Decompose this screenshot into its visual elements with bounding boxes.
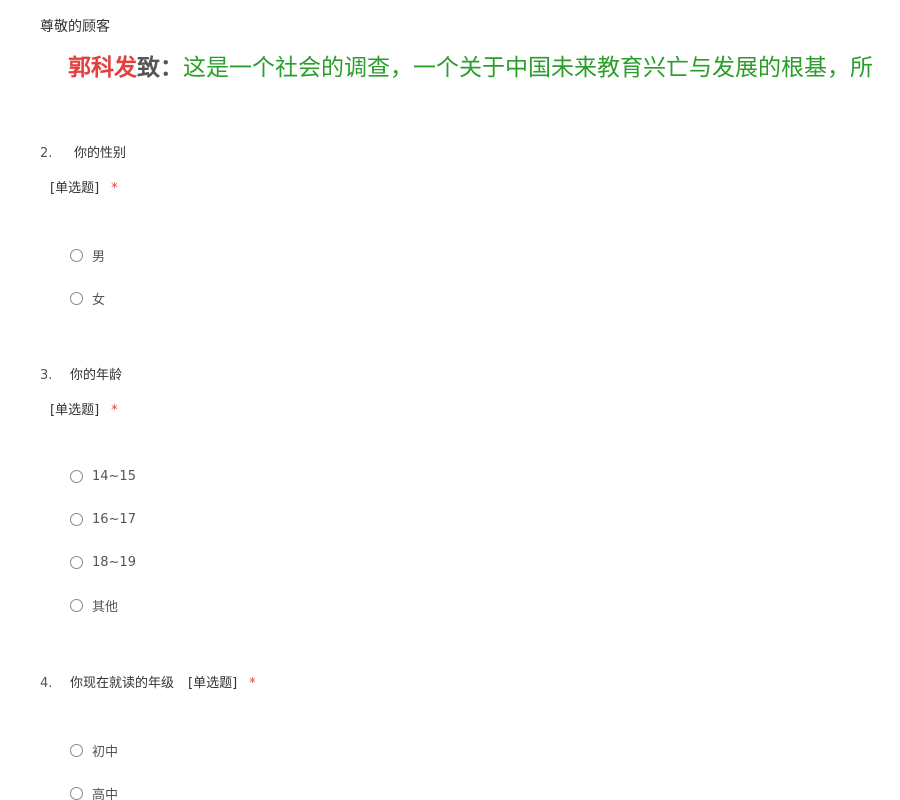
greeting-text: 尊敬的顾客 <box>40 19 110 35</box>
question-4-option-senior-high[interactable]: 高中 <box>70 784 118 800</box>
question-2-type: [单选题] <box>50 181 100 196</box>
radio-circle-icon[interactable] <box>70 555 83 569</box>
radio-circle-icon[interactable] <box>70 598 83 612</box>
question-3-type: [单选题] <box>50 403 100 418</box>
question-3-type-row: [单选题] * <box>50 399 118 418</box>
question-2-header: 2. 你的性别 <box>40 142 126 161</box>
option-label: 高中 <box>92 787 119 800</box>
question-4-type: [单选题] <box>188 676 238 691</box>
question-4-header: 4. 你现在就读的年级 [单选题] * <box>40 672 256 691</box>
question-2-number: 2. <box>40 146 53 161</box>
question-3-option-16-17[interactable]: 16~17 <box>70 510 136 528</box>
option-label: 其他 <box>92 599 119 615</box>
question-3-required-mark: * <box>111 403 118 418</box>
radio-circle-icon[interactable] <box>70 469 83 483</box>
question-2-option-male[interactable]: 男 <box>70 246 106 265</box>
radio-circle-icon[interactable] <box>70 512 83 526</box>
radio-circle-icon[interactable] <box>70 248 83 262</box>
option-label: 女 <box>92 292 106 308</box>
radio-circle-icon[interactable] <box>70 743 83 757</box>
question-2-title: 你的性别 <box>74 146 127 161</box>
question-3-number: 3. <box>40 368 53 383</box>
question-2-type-row: [单选题] * <box>50 177 118 196</box>
question-4-required-mark: * <box>249 676 256 691</box>
option-label: 初中 <box>92 744 119 760</box>
banner-colon: ： <box>160 55 183 81</box>
radio-circle-icon[interactable] <box>70 786 83 800</box>
question-3-option-14-15[interactable]: 14~15 <box>70 467 136 485</box>
question-2-option-female[interactable]: 女 <box>70 289 106 308</box>
option-label: 14~15 <box>92 468 136 484</box>
intro-banner: 郭科发致：这是一个社会的调查，一个关于中国未来教育兴亡与发展的根基，所 <box>68 50 900 86</box>
banner-name: 郭科发 <box>68 55 137 81</box>
banner-zhi: 致 <box>137 55 160 81</box>
question-3-option-other[interactable]: 其他 <box>70 596 119 615</box>
question-2-required-mark: * <box>111 181 118 196</box>
question-4-number: 4. <box>40 676 53 691</box>
survey-page: 尊敬的顾客 郭科发致：这是一个社会的调查，一个关于中国未来教育兴亡与发展的根基，… <box>0 0 900 800</box>
option-label: 16~17 <box>92 511 136 527</box>
question-3-header: 3. 你的年龄 <box>40 364 122 383</box>
option-label: 男 <box>92 249 106 265</box>
option-label: 18~19 <box>92 554 136 570</box>
question-4-title: 你现在就读的年级 <box>70 676 175 691</box>
question-3-option-18-19[interactable]: 18~19 <box>70 553 136 571</box>
radio-circle-icon[interactable] <box>70 291 83 305</box>
banner-message: 这是一个社会的调查，一个关于中国未来教育兴亡与发展的根基，所 <box>183 55 873 81</box>
question-4-option-junior-high[interactable]: 初中 <box>70 741 119 760</box>
question-3-title: 你的年龄 <box>70 368 123 383</box>
